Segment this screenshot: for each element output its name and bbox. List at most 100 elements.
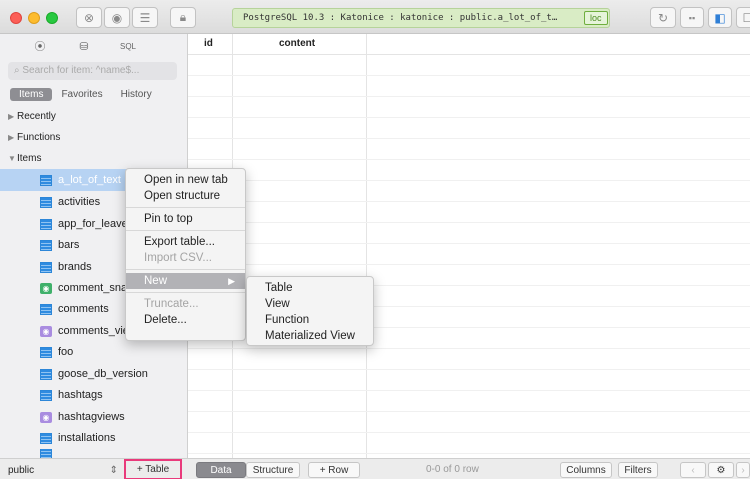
settings-button[interactable]: ⚙ — [708, 462, 734, 478]
grid-row — [188, 118, 750, 139]
submenu-item-materialized-view[interactable]: Materialized View — [247, 328, 373, 344]
menu-item-new[interactable]: New ▶ — [126, 273, 245, 289]
group-recently[interactable]: ▶ Recently — [0, 106, 187, 127]
column-header-id[interactable]: id — [204, 38, 213, 49]
menu-item-open-structure[interactable]: Open structure — [126, 188, 245, 204]
menu-separator — [126, 230, 245, 231]
item-label: hashtagviews — [58, 411, 125, 423]
eye-icon: ◉ — [111, 10, 123, 25]
search-icon: ⌕ — [14, 65, 20, 76]
reload-button[interactable]: ↻ — [650, 7, 676, 28]
close-window-button[interactable] — [10, 12, 22, 24]
title-bar: ⊗ ◉ ☰ 🔒︎ PostgreSQL 10.3 : Katonice : ka… — [0, 0, 750, 34]
disclosure-down-icon: ▼ — [8, 154, 16, 163]
item-label: app_for_leave — [58, 218, 128, 230]
grid-row — [188, 139, 750, 160]
sidebar-item-goose-db-version[interactable]: goose_db_version — [0, 363, 187, 385]
schema-select[interactable]: public ⇕ — [8, 462, 118, 478]
previous-page-button[interactable]: ‹ — [680, 462, 706, 478]
submenu-item-view[interactable]: View — [247, 296, 373, 312]
menu-item-open-new-tab[interactable]: Open in new tab — [126, 172, 245, 188]
item-label: comments — [58, 303, 109, 315]
menu-separator — [126, 269, 245, 270]
filters-button[interactable]: Filters — [618, 462, 658, 478]
connection-icon[interactable]: ⦿ — [26, 37, 54, 55]
table-icon — [40, 368, 52, 380]
tab-favorites[interactable]: Favorites — [52, 88, 111, 101]
search-placeholder: Search for item: ^name$... — [22, 65, 140, 76]
app-window: ⊗ ◉ ☰ 🔒︎ PostgreSQL 10.3 : Katonice : ka… — [0, 0, 750, 479]
group-label: Items — [17, 153, 42, 164]
stop-query-button[interactable]: ⊗ — [76, 7, 102, 28]
data-grid[interactable]: id content — [188, 34, 750, 458]
tab-history[interactable]: History — [112, 88, 161, 101]
item-label: installations — [58, 432, 116, 444]
search-input[interactable]: ⌕ Search for item: ^name$... — [8, 62, 177, 80]
grid-row — [188, 391, 750, 412]
lock-button[interactable]: 🔒︎ — [170, 7, 196, 28]
sql-query-icon[interactable]: SQL — [114, 37, 142, 55]
table-icon — [40, 196, 52, 208]
row-count: 0-0 of 0 row — [426, 464, 479, 475]
sidebar-item-foo[interactable]: foo — [0, 341, 187, 363]
toggle-panel-button[interactable]: ☐ — [736, 7, 750, 28]
sidebar-item-hashtagviews[interactable]: ◉ hashtagviews — [0, 406, 187, 428]
zoom-window-button[interactable] — [46, 12, 58, 24]
table-icon — [40, 346, 52, 358]
grid-row — [188, 181, 750, 202]
grid-icon: ▪▪ — [688, 12, 696, 23]
columns-button[interactable]: Columns — [560, 462, 612, 478]
view-icon: ◉ — [40, 325, 52, 337]
preview-button[interactable]: ◉ — [104, 7, 130, 28]
item-label: hashtags — [58, 389, 103, 401]
next-page-button[interactable]: › — [736, 462, 750, 478]
submenu-item-table[interactable]: Table — [247, 280, 373, 296]
menu-item-new-label: New — [144, 275, 168, 287]
grid-row — [188, 55, 750, 76]
item-label: foo — [58, 346, 74, 358]
group-label: Functions — [17, 132, 61, 143]
submenu-item-function[interactable]: Function — [247, 312, 373, 328]
group-label: Recently — [17, 111, 56, 122]
tab-data[interactable]: Data — [196, 462, 246, 478]
grid-row — [188, 76, 750, 97]
context-menu: Open in new tab Open structure Pin to to… — [125, 168, 246, 341]
tab-structure[interactable]: Structure — [246, 462, 300, 478]
minimize-window-button[interactable] — [28, 12, 40, 24]
grid-row — [188, 370, 750, 391]
panel-icon: ☐ — [742, 10, 750, 25]
sidebar-item-hashtags[interactable]: hashtags — [0, 384, 187, 406]
sidebar-item-installations[interactable]: installations — [0, 427, 187, 449]
add-table-button[interactable]: + Table — [124, 459, 182, 479]
menu-item-export-table[interactable]: Export table... — [126, 234, 245, 250]
sidebar-item-partial[interactable] — [0, 449, 187, 458]
item-tree: ▶ Recently ▶ Functions ▼Items — [0, 106, 187, 169]
new-submenu: Table View Function Materialized View — [246, 276, 374, 346]
toggle-sidebar-button[interactable]: ◧ — [708, 7, 732, 28]
list-icon: ☰ — [139, 10, 151, 25]
chevron-left-icon: ‹ — [691, 464, 695, 476]
table-icon — [40, 389, 52, 401]
column-header-content[interactable]: content — [279, 38, 315, 49]
item-label: activities — [58, 196, 101, 208]
bottom-bar: public ⇕ + Table Data Structure + Row 0-… — [0, 458, 750, 479]
layout-button[interactable]: ▪▪ — [680, 7, 704, 28]
menu-item-pin-to-top[interactable]: Pin to top — [126, 211, 245, 227]
gear-icon: ⚙ — [716, 464, 726, 476]
sidebar-icon: ◧ — [714, 10, 726, 25]
menu-separator — [126, 292, 245, 293]
table-icon — [40, 432, 52, 444]
table-icon — [40, 239, 52, 251]
menu-item-delete[interactable]: Delete... — [126, 312, 245, 328]
sql-log-button[interactable]: ☰ — [132, 7, 158, 28]
grid-row — [188, 97, 750, 118]
group-items[interactable]: ▼Items — [0, 148, 187, 169]
table-icon — [40, 449, 52, 458]
tab-items[interactable]: Items — [10, 87, 53, 101]
item-label: brands — [58, 261, 92, 273]
connection-info: PostgreSQL 10.3 : Katonice : katonice : … — [232, 8, 610, 28]
database-icon[interactable]: ⛁ — [70, 37, 98, 55]
group-functions[interactable]: ▶ Functions — [0, 127, 187, 148]
add-row-button[interactable]: + Row — [308, 462, 360, 478]
grid-header: id content — [188, 34, 750, 55]
